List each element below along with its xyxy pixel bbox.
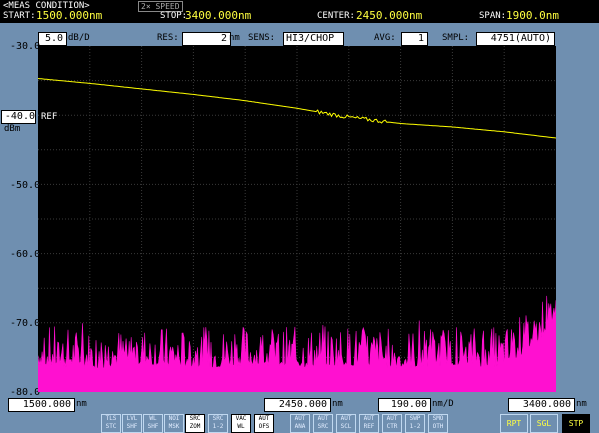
scale-input[interactable]: 5.0 (38, 32, 67, 46)
stop-wavelength-box[interactable]: 3400.000 (508, 398, 575, 412)
key-swp-1-2[interactable]: SWP 1-2 (405, 414, 425, 433)
smpl-label: SMPL: (442, 33, 470, 43)
sens-label: SENS: (248, 33, 276, 43)
ref-level-input[interactable]: -40.0 (1, 110, 36, 124)
key-tls-stc[interactable]: TLS STC (101, 414, 121, 433)
stop-value: 3400.000nm (185, 9, 252, 22)
key-src-1-2[interactable]: SRC 1-2 (208, 414, 228, 433)
res-unit: nm (229, 33, 240, 43)
key-vac-wl[interactable]: VAC WL (231, 414, 251, 433)
start-label: START: (3, 11, 36, 21)
function-key-bar: TLS STC LVL SHF WL SHF NOI MSK SRC ZOM SRC 1-2… (0, 412, 599, 433)
start-wavelength-box[interactable]: 1500.000 (8, 398, 75, 412)
key-aut-ofs[interactable]: AUT OFS (254, 414, 274, 433)
center-value: 2450.000nm (356, 9, 423, 22)
trace-a-signal (37, 78, 557, 139)
res-input[interactable]: 2 (182, 32, 231, 46)
center-label: CENTER: (317, 11, 355, 21)
trace-display: REF (37, 46, 557, 393)
key-noi-msk[interactable]: NOI MSK (164, 414, 184, 433)
div-box[interactable]: 190.00 (378, 398, 431, 412)
center-wavelength-box[interactable]: 2450.000 (264, 398, 331, 412)
key-aut-src[interactable]: AUT SRC (313, 414, 333, 433)
stop-button[interactable]: STP (562, 414, 590, 433)
div-unit: nm/D (432, 399, 454, 409)
ref-unit: dBm (4, 124, 21, 134)
stop-unit: nm (576, 399, 587, 409)
single-button[interactable]: SGL (530, 414, 558, 433)
key-aut-ctr[interactable]: AUT CTR (382, 414, 402, 433)
x-axis-row: 1500.000 nm 2450.000 nm 190.00 nm/D 3400… (0, 396, 599, 412)
center-unit: nm (332, 399, 343, 409)
repeat-button[interactable]: RPT (500, 414, 528, 433)
key-smo-oth[interactable]: SMO OTH (428, 414, 448, 433)
key-src-zom[interactable]: SRC ZOM (185, 414, 205, 433)
y-tick: -30.0 (10, 41, 41, 52)
y-tick: -60.0 (10, 249, 41, 260)
start-unit: nm (76, 399, 87, 409)
avg-input[interactable]: 1 (401, 32, 428, 46)
scale-unit: dB/D (68, 33, 90, 43)
res-label: RES: (157, 33, 179, 43)
key-lvl-shf[interactable]: LVL SHF (122, 414, 142, 433)
key-aut-scl[interactable]: AUT SCL (336, 414, 356, 433)
y-tick: -70.0 (10, 318, 41, 329)
settings-row: 5.0 dB/D RES: 2 nm SENS: HI3/CHOP AVG: 1… (0, 30, 599, 46)
key-aut-ana[interactable]: AUT ANA (290, 414, 310, 433)
smpl-input[interactable]: 4751(AUTO) (476, 32, 555, 46)
measurement-header: <MEAS CONDITION> 2× SPEED START: 1500.00… (0, 0, 599, 23)
sens-input[interactable]: HI3/CHOP (283, 32, 344, 46)
ref-label: REF (41, 112, 58, 122)
avg-label: AVG: (374, 33, 396, 43)
y-tick: -50.0 (10, 180, 41, 191)
span-label: SPAN: (479, 11, 507, 21)
span-value: 1900.0nm (506, 9, 559, 22)
key-wl-shf[interactable]: WL SHF (143, 414, 163, 433)
start-value: 1500.000nm (36, 9, 103, 22)
stop-label: STOP: (160, 11, 188, 21)
spectrum-plot (37, 46, 557, 393)
key-aut-ref[interactable]: AUT REF (359, 414, 379, 433)
